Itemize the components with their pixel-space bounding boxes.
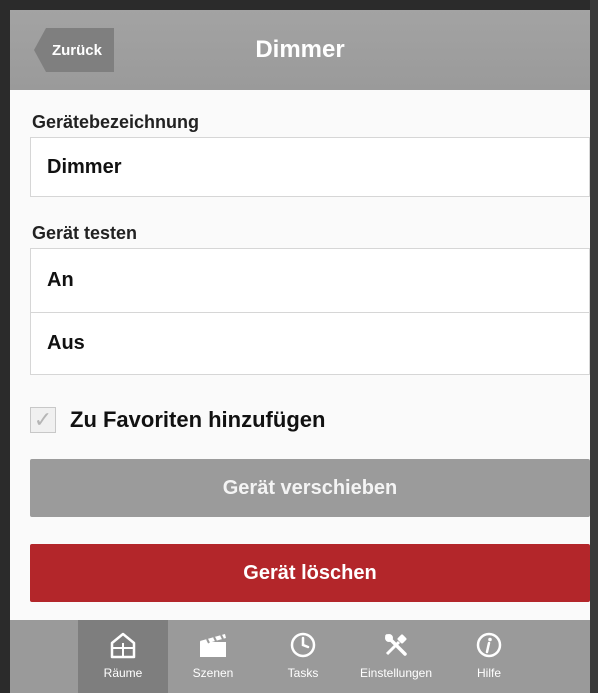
tab-szenen-label: Szenen [192, 666, 234, 680]
tab-bar: Räume Szenen Tasks Einstellungen Hilfe [10, 620, 590, 693]
device-name-label: Gerätebezeichnung [32, 112, 200, 132]
tab-tasks-label: Tasks [287, 666, 319, 680]
delete-device-button[interactable]: Gerät löschen [30, 544, 590, 602]
device-frame-right [590, 0, 598, 693]
test-off-option[interactable]: Aus [31, 313, 589, 376]
device-frame-top [0, 0, 598, 10]
test-off-label: Aus [47, 332, 85, 354]
device-name-value: Dimmer [47, 156, 122, 178]
clapperboard-icon [197, 630, 229, 660]
tab-szenen[interactable]: Szenen [168, 620, 258, 693]
move-device-button[interactable]: Gerät verschieben [30, 459, 590, 517]
back-button[interactable]: Zurück [34, 28, 114, 72]
favorite-checkbox[interactable]: ✓ [30, 407, 56, 433]
favorite-row[interactable]: ✓ Zu Favoriten hinzufügen [30, 400, 590, 440]
tab-raeume-label: Räume [103, 666, 143, 680]
favorite-label: Zu Favoriten hinzufügen [70, 407, 326, 432]
test-device-list: An Aus [30, 248, 590, 375]
house-icon [108, 630, 138, 660]
test-on-label: An [47, 269, 74, 291]
info-icon [475, 630, 503, 660]
tab-raeume[interactable]: Räume [78, 620, 168, 693]
header-bar: Zurück Dimmer [10, 10, 590, 90]
tab-einstellungen[interactable]: Einstellungen [348, 620, 444, 693]
test-device-label: Gerät testen [32, 223, 138, 243]
tab-tasks[interactable]: Tasks [258, 620, 348, 693]
device-frame-left [0, 0, 10, 693]
tab-einstellungen-label: Einstellungen [359, 666, 433, 680]
app-screen: Zurück Dimmer Gerätebezeichnung Dimmer G… [10, 10, 590, 693]
device-name-field[interactable]: Dimmer [30, 137, 590, 197]
tools-icon [381, 630, 411, 660]
test-on-option[interactable]: An [31, 249, 589, 312]
tab-hilfe-label: Hilfe [476, 666, 501, 680]
checkmark-icon: ✓ [33, 407, 53, 432]
tab-hilfe[interactable]: Hilfe [444, 620, 534, 693]
clock-icon [289, 630, 317, 660]
